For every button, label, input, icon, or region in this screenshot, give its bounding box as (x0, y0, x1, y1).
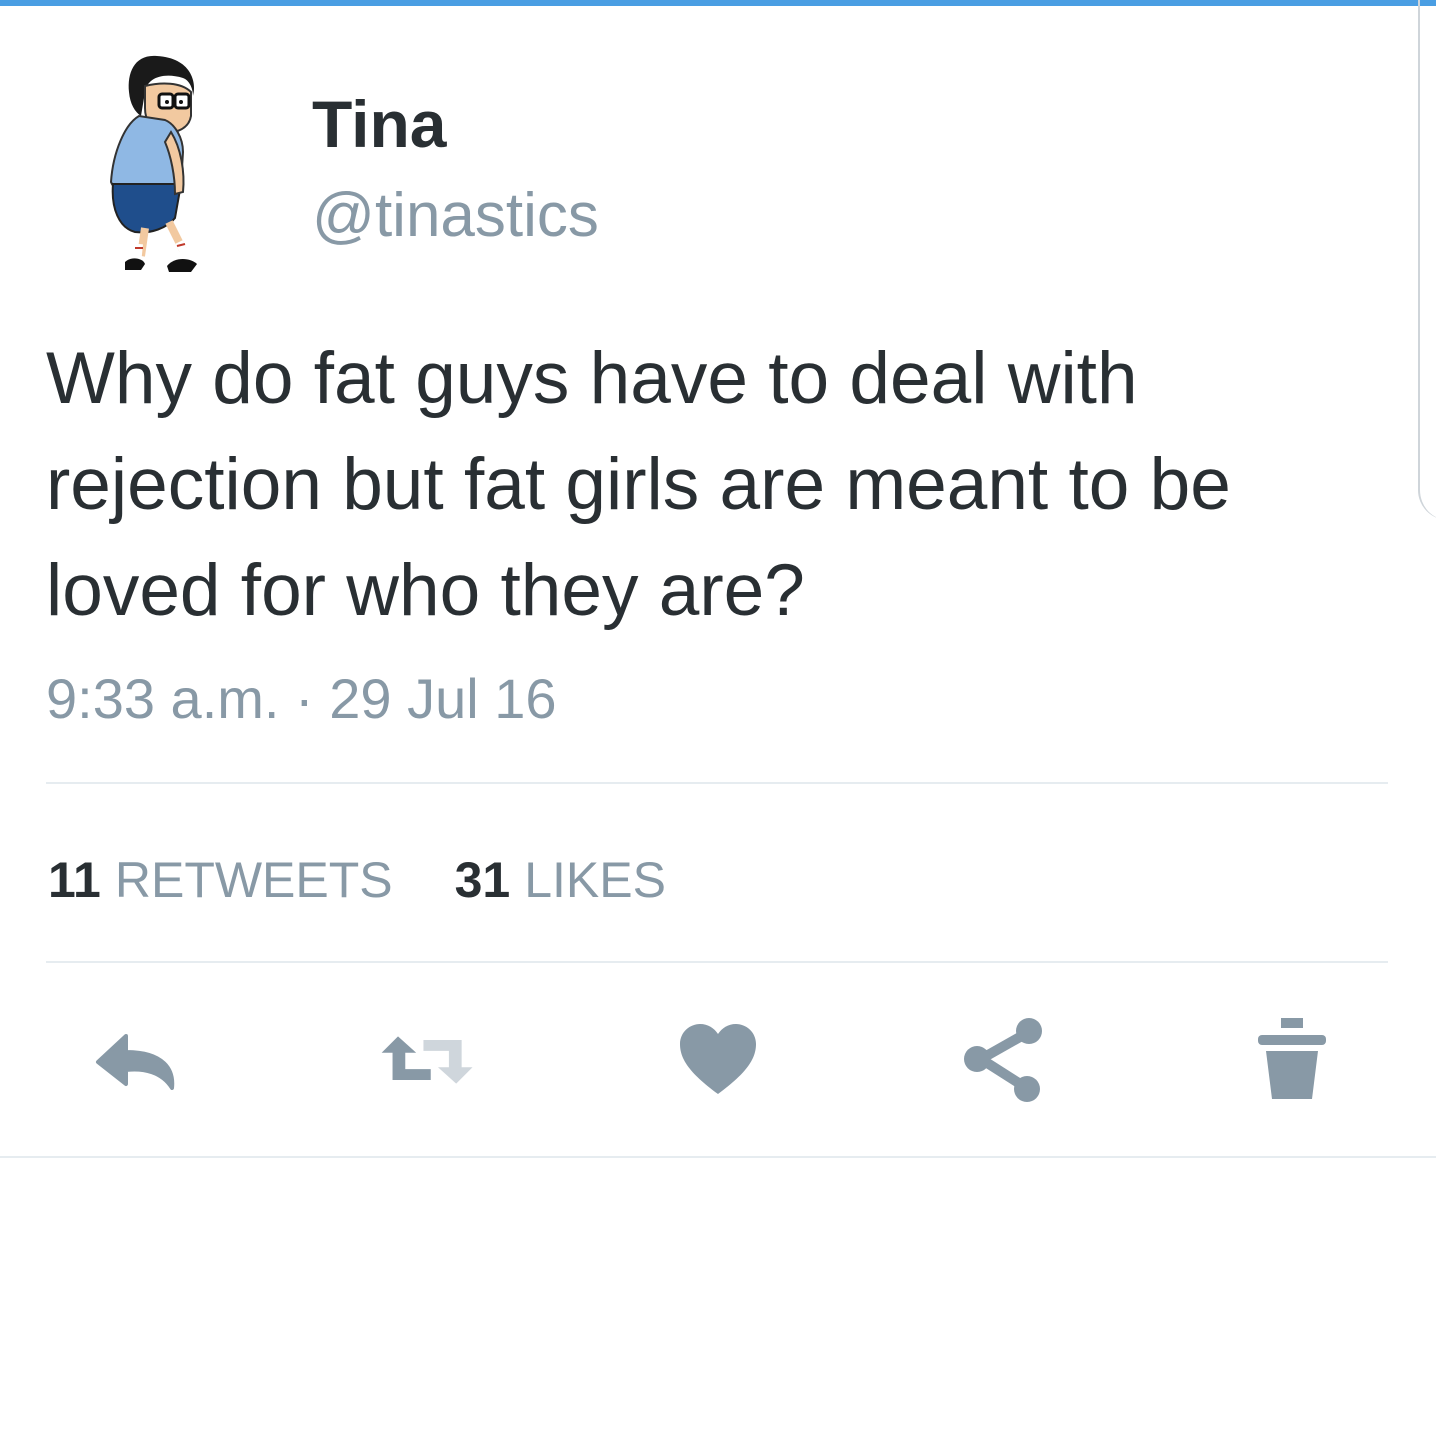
display-name[interactable]: Tina (312, 86, 446, 162)
reply-icon (96, 1034, 175, 1090)
delete-button[interactable] (1242, 1015, 1342, 1105)
divider (0, 1156, 1436, 1158)
retweets-count: 11 (48, 852, 101, 908)
top-accent-bar (0, 0, 1436, 6)
likes-label: LIKES (524, 852, 666, 908)
avatar[interactable] (105, 52, 215, 274)
user-handle[interactable]: @tinastics (312, 180, 599, 252)
like-button[interactable] (668, 1015, 768, 1105)
likes-count: 31 (454, 852, 511, 908)
share-icon (964, 1018, 1042, 1102)
screen-edge (1418, 0, 1436, 520)
heart-icon (680, 1024, 756, 1094)
reply-button[interactable] (90, 1015, 190, 1105)
tweet-timestamp: 9:33 a.m. · 29 Jul 16 (46, 667, 557, 730)
trash-icon (1258, 1018, 1326, 1099)
divider (46, 961, 1388, 963)
retweets-stat[interactable]: 11 RETWEETS (48, 850, 393, 910)
tweet-stats: 11 RETWEETS 31 LIKES (48, 850, 666, 910)
divider (46, 782, 1388, 784)
share-button[interactable] (954, 1015, 1054, 1105)
likes-stat[interactable]: 31 LIKES (455, 850, 666, 910)
retweet-button[interactable] (378, 1015, 478, 1105)
retweet-icon (381, 1036, 473, 1084)
retweets-label: RETWEETS (114, 852, 393, 908)
tweet-text: Why do fat guys have to deal with reject… (46, 338, 1231, 631)
